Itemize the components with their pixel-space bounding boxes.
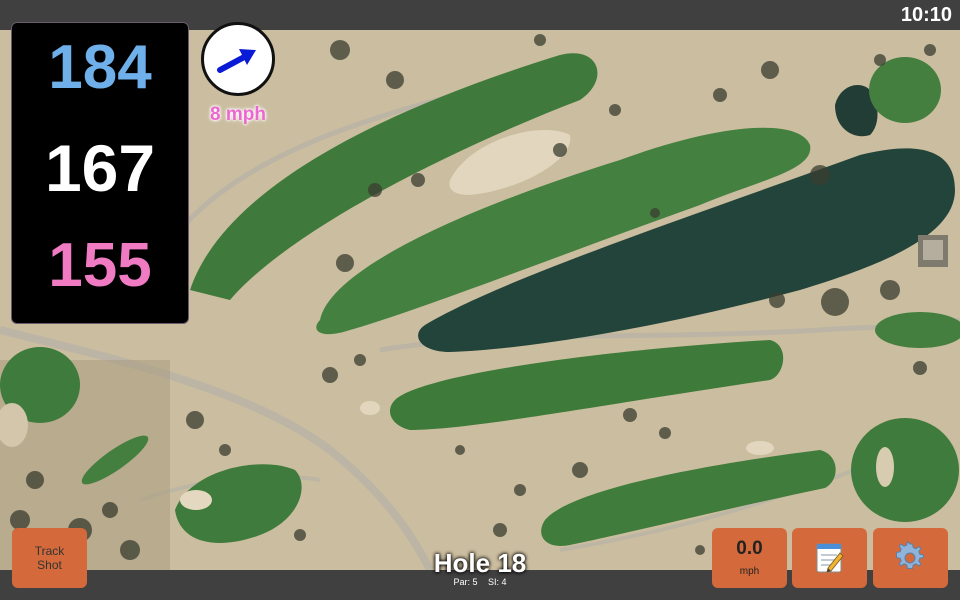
wind-speed-label: 8 mph: [210, 104, 266, 125]
gear-icon: [896, 541, 924, 569]
front-yardage: 155: [48, 231, 152, 300]
track-shot-button[interactable]: Track Shot: [12, 528, 87, 588]
notes-button[interactable]: [792, 528, 867, 588]
wind-dial[interactable]: [201, 22, 275, 96]
hole-title: Hole 18: [433, 548, 527, 578]
yardage-panel: 184 167 155: [11, 22, 189, 324]
settings-button[interactable]: [873, 528, 948, 588]
back-yardage: 184: [48, 33, 152, 102]
hole-par: Par: 5: [453, 577, 478, 587]
wind-arrow-icon: [217, 49, 256, 73]
notepad-icon: [816, 543, 844, 573]
hole-stroke-index: SI: 4: [488, 577, 507, 587]
hole-info: Par: 5 SI: 4: [380, 577, 580, 587]
status-clock: 10:10: [900, 4, 952, 26]
middle-yardage: 167: [44, 131, 156, 205]
speed-value: 0.0: [736, 538, 763, 559]
track-shot-label: Track Shot: [34, 544, 65, 572]
speed-button[interactable]: 0.0 mph: [712, 528, 787, 588]
speed-unit: mph: [739, 566, 760, 577]
